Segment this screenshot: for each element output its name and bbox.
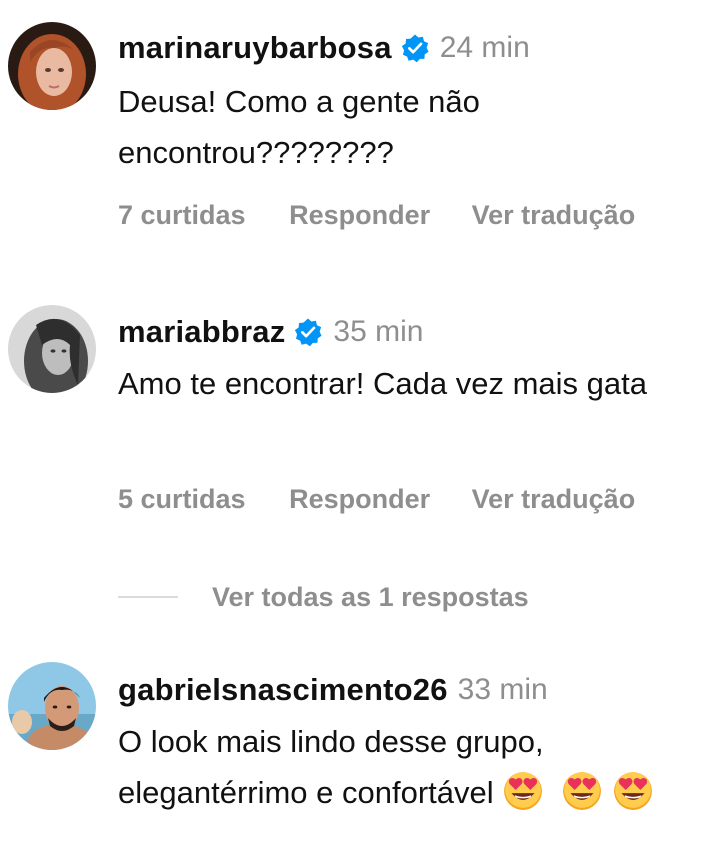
reply-button[interactable]: Responder bbox=[289, 200, 430, 231]
likes-count[interactable]: 5 curtidas bbox=[118, 484, 246, 515]
replies-divider bbox=[118, 596, 178, 598]
heart-eyes-emoji-icon bbox=[613, 772, 652, 810]
timestamp: 24 min bbox=[439, 31, 530, 64]
avatar[interactable] bbox=[8, 22, 96, 110]
username[interactable]: mariabbraz bbox=[118, 314, 285, 350]
likes-count[interactable]: 7 curtidas bbox=[118, 200, 246, 231]
avatar[interactable] bbox=[8, 305, 96, 393]
comment-text: Amo te encontrar! Cada vez mais gata bbox=[118, 366, 647, 401]
comment-text: Deusa! Como a gente não encontrou???????… bbox=[118, 84, 480, 170]
comment-text: O look mais lindo desse grupo, elegantér… bbox=[118, 716, 703, 818]
timestamp: 33 min bbox=[457, 673, 548, 706]
timestamp: 35 min bbox=[333, 315, 424, 348]
verified-badge-icon bbox=[295, 318, 322, 347]
avatar[interactable] bbox=[8, 662, 96, 750]
username[interactable]: marinaruybarbosa bbox=[118, 30, 392, 66]
heart-eyes-emoji-icon bbox=[504, 772, 543, 810]
verified-badge-icon bbox=[401, 34, 429, 63]
avatar-image bbox=[8, 22, 96, 110]
comment-text-content: O look mais lindo desse grupo, elegantér… bbox=[118, 724, 544, 810]
username[interactable]: gabrielsnascimento26 bbox=[118, 672, 448, 708]
view-replies-label[interactable]: Ver todas as 1 respostas bbox=[212, 582, 529, 613]
view-replies-link[interactable]: Ver todas as 1 respostas bbox=[118, 577, 529, 617]
avatar-image bbox=[8, 662, 96, 750]
translate-button[interactable]: Ver tradução bbox=[472, 200, 636, 231]
avatar-image bbox=[8, 305, 96, 393]
heart-eyes-emoji-icon bbox=[563, 772, 601, 810]
reply-button[interactable]: Responder bbox=[289, 484, 430, 515]
translate-button[interactable]: Ver tradução bbox=[472, 484, 636, 515]
